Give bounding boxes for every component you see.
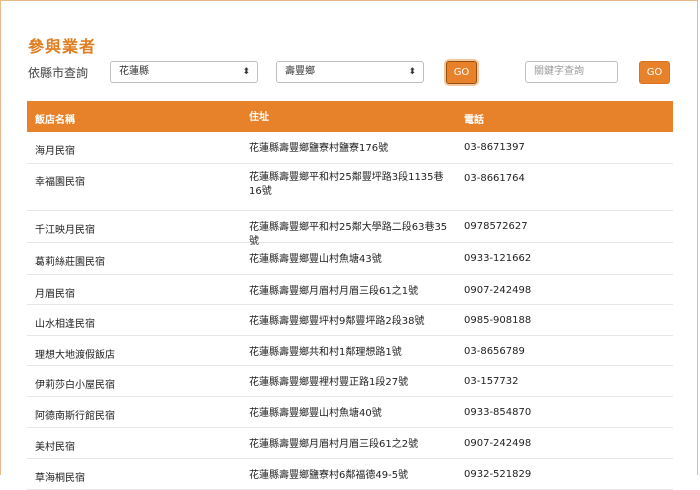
hotel-name: 伊莉莎白小屋民宿	[35, 380, 115, 391]
table-row: 伊莉莎白小屋民宿 花蓮縣壽豐鄉豐裡村豐正路1段27號 03-157732	[27, 366, 673, 397]
hotel-address: 花蓮縣壽豐鄉豐山村魚塘40號	[249, 408, 382, 419]
hotel-phone: 03-8671397	[464, 142, 525, 153]
hotel-address: 花蓮縣壽豐鄉豐裡村豐正路1段27號	[249, 377, 409, 388]
hotel-phone: 0933-854870	[464, 407, 532, 418]
table-row: 阿德南斯行館民宿 花蓮縣壽豐鄉豐山村魚塘40號 0933-854870	[27, 397, 673, 428]
header-phone: 電話	[464, 115, 484, 126]
hotel-address: 花蓮縣壽豐鄉月眉村月眉三段61之1號	[249, 286, 419, 297]
hotel-name: 草海桐民宿	[35, 473, 85, 484]
page-title: 參與業者	[28, 37, 97, 56]
table-row: 美村民宿 花蓮縣壽豐鄉月眉村月眉三段61之2號 0907-242498	[27, 428, 673, 459]
county-select[interactable]: 花蓮縣 ⬍	[110, 61, 258, 83]
hotel-name: 千江映月民宿	[35, 225, 95, 236]
hotel-phone: 0932-521829	[464, 469, 532, 480]
hotel-name: 海月民宿	[35, 146, 75, 157]
table-row: 葛莉絲莊園民宿 花蓮縣壽豐鄉豐山村魚塘43號 0933-121662	[27, 243, 673, 275]
hotel-name: 月眉民宿	[35, 289, 75, 300]
header-name: 飯店名稱	[35, 115, 75, 126]
table-row: 理想大地渡假飯店 花蓮縣壽豐鄉共和村1鄰理想路1號 03-8656789	[27, 336, 673, 366]
go-button-keyword[interactable]: GO	[639, 61, 670, 84]
go-button-county[interactable]: GO	[446, 61, 477, 84]
table-row: 山水相逢民宿 花蓮縣壽豐鄉豐坪村9鄰豐坪路2段38號 0985-908188	[27, 305, 673, 336]
table-header: 飯店名稱 住址 電話	[27, 101, 673, 132]
hotel-phone: 0907-242498	[464, 285, 532, 296]
keyword-search-input[interactable]: 關鍵字查詢	[525, 61, 618, 83]
hotel-table: 飯店名稱 住址 電話 海月民宿 花蓮縣壽豐鄉鹽寮村鹽寮176號 03-8671397…	[27, 101, 673, 490]
hotel-name: 葛莉絲莊園民宿	[35, 257, 105, 268]
hotel-phone: 03-157732	[464, 376, 519, 387]
filter-label: 依縣市查詢	[28, 66, 89, 80]
hotel-phone: 0907-242498	[464, 438, 532, 449]
hotel-name: 幸福園民宿	[35, 177, 85, 188]
hotel-name: 理想大地渡假飯店	[35, 350, 115, 361]
hotel-address: 花蓮縣壽豐鄉鹽寮村6鄰福德49-5號	[249, 470, 409, 481]
header-address: 住址	[249, 112, 269, 123]
hotel-address: 花蓮縣壽豐鄉豐山村魚塘43號	[249, 254, 382, 265]
hotel-address: 花蓮縣壽豐鄉豐坪村9鄰豐坪路2段38號	[249, 316, 425, 327]
select-arrows-icon: ⬍	[408, 67, 416, 77]
county-select-value: 花蓮縣	[119, 66, 149, 77]
hotel-address: 花蓮縣壽豐鄉平和村25鄰豐坪路3段1135巷16號	[249, 172, 444, 197]
table-body: 海月民宿 花蓮縣壽豐鄉鹽寮村鹽寮176號 03-8671397 幸福園民宿 花蓮縣壽豐鄉…	[27, 132, 673, 490]
township-select-value: 壽豐鄉	[285, 66, 315, 77]
hotel-phone: 0985-908188	[464, 315, 532, 326]
table-row: 月眉民宿 花蓮縣壽豐鄉月眉村月眉三段61之1號 0907-242498	[27, 275, 673, 305]
hotel-phone: 03-8661764	[464, 173, 525, 184]
hotel-address: 花蓮縣壽豐鄉鹽寮村鹽寮176號	[249, 143, 389, 154]
hotel-address: 花蓮縣壽豐鄉月眉村月眉三段61之2號	[249, 439, 419, 450]
hotel-name: 山水相逢民宿	[35, 319, 95, 330]
hotel-phone: 0933-121662	[464, 253, 532, 264]
township-select[interactable]: 壽豐鄉 ⬍	[276, 61, 424, 83]
table-row: 草海桐民宿 花蓮縣壽豐鄉鹽寮村6鄰福德49-5號 0932-521829	[27, 459, 673, 490]
table-row: 千江映月民宿 花蓮縣壽豐鄉平和村25鄰大學路二段63巷35號 0978572627	[27, 211, 673, 247]
table-row: 幸福園民宿 花蓮縣壽豐鄉平和村25鄰豐坪路3段1135巷16號 03-8661764	[27, 164, 673, 211]
select-arrows-icon: ⬍	[242, 67, 250, 77]
hotel-name: 阿德南斯行館民宿	[35, 411, 115, 422]
hotel-address: 花蓮縣壽豐鄉共和村1鄰理想路1號	[249, 347, 402, 358]
hotel-phone: 03-8656789	[464, 346, 525, 357]
hotel-name: 美村民宿	[35, 442, 75, 453]
hotel-phone: 0978572627	[464, 221, 528, 232]
table-row: 海月民宿 花蓮縣壽豐鄉鹽寮村鹽寮176號 03-8671397	[27, 132, 673, 164]
